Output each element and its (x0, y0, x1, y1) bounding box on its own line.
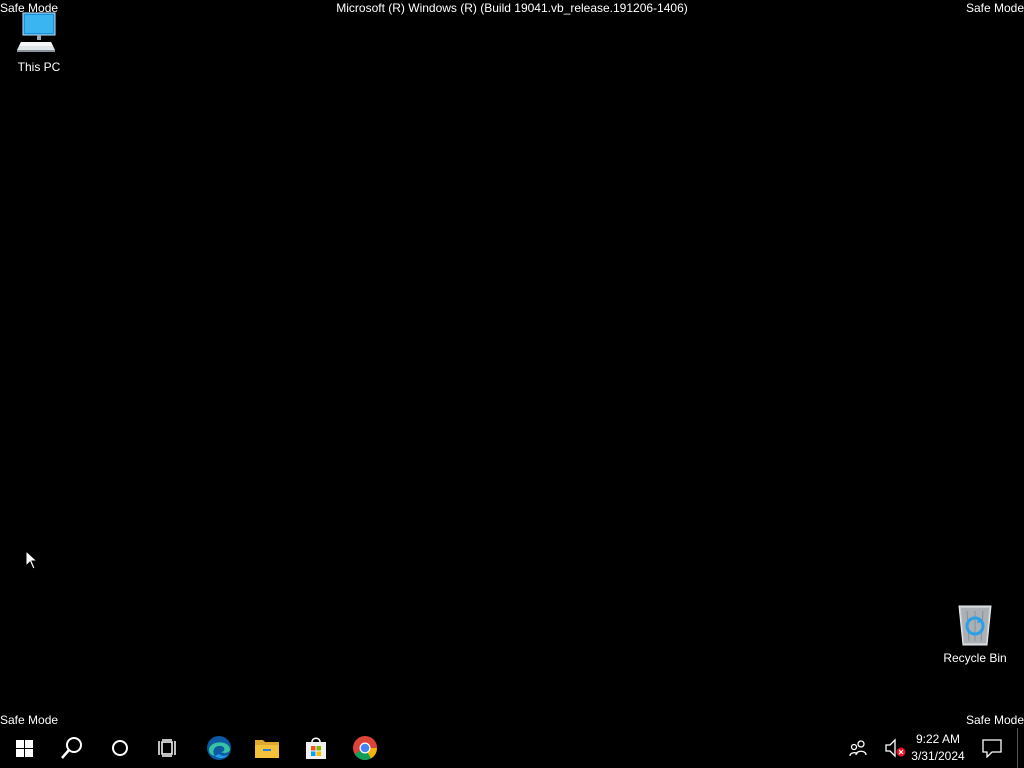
chrome-icon (353, 736, 377, 761)
desktop: Safe Mode Microsoft (R) Windows (R) (Bui… (0, 0, 1024, 728)
taskbar: 9:22 AM 3/31/2024 (0, 728, 1024, 768)
safe-mode-label-top-right: Safe Mode (965, 1, 1024, 15)
safe-mode-label-bottom-right: Safe Mode (965, 713, 1024, 727)
edge-icon (207, 736, 231, 760)
recycle-bin-label: Recycle Bin (943, 651, 1007, 665)
windows-logo-icon (15, 739, 33, 757)
this-pc-label: This PC (17, 60, 61, 74)
file-explorer-button[interactable] (243, 728, 291, 768)
task-view-icon (158, 739, 176, 757)
cortana-circle-icon (112, 740, 128, 756)
build-string: Microsoft (R) Windows (R) (Build 19041.v… (336, 1, 688, 15)
clock[interactable]: 9:22 AM 3/31/2024 (906, 731, 970, 765)
safe-mode-label-bottom-left: Safe Mode (0, 713, 59, 727)
clock-date: 3/31/2024 (911, 749, 965, 763)
show-desktop-button[interactable] (1017, 728, 1024, 768)
store-bag-icon (306, 737, 326, 759)
volume-muted-icon[interactable] (884, 738, 908, 758)
search-icon (61, 737, 82, 759)
cortana-button[interactable] (96, 728, 144, 768)
edge-button[interactable] (195, 728, 243, 768)
recycle-bin-icon (958, 605, 992, 646)
desktop-icon-this-pc[interactable]: This PC (1, 10, 77, 74)
computer-icon (17, 12, 56, 52)
folder-icon (255, 740, 279, 758)
start-button[interactable] (0, 728, 48, 768)
search-button[interactable] (48, 728, 96, 768)
store-button[interactable] (292, 728, 340, 768)
task-view-button[interactable] (144, 728, 192, 768)
desktop-icon-recycle-bin[interactable]: Recycle Bin (937, 601, 1013, 665)
action-center-icon[interactable] (980, 738, 1004, 758)
clock-time: 9:22 AM (915, 732, 961, 746)
chrome-button[interactable] (341, 728, 389, 768)
people-icon[interactable] (846, 738, 870, 758)
mouse-cursor-icon (25, 550, 39, 570)
